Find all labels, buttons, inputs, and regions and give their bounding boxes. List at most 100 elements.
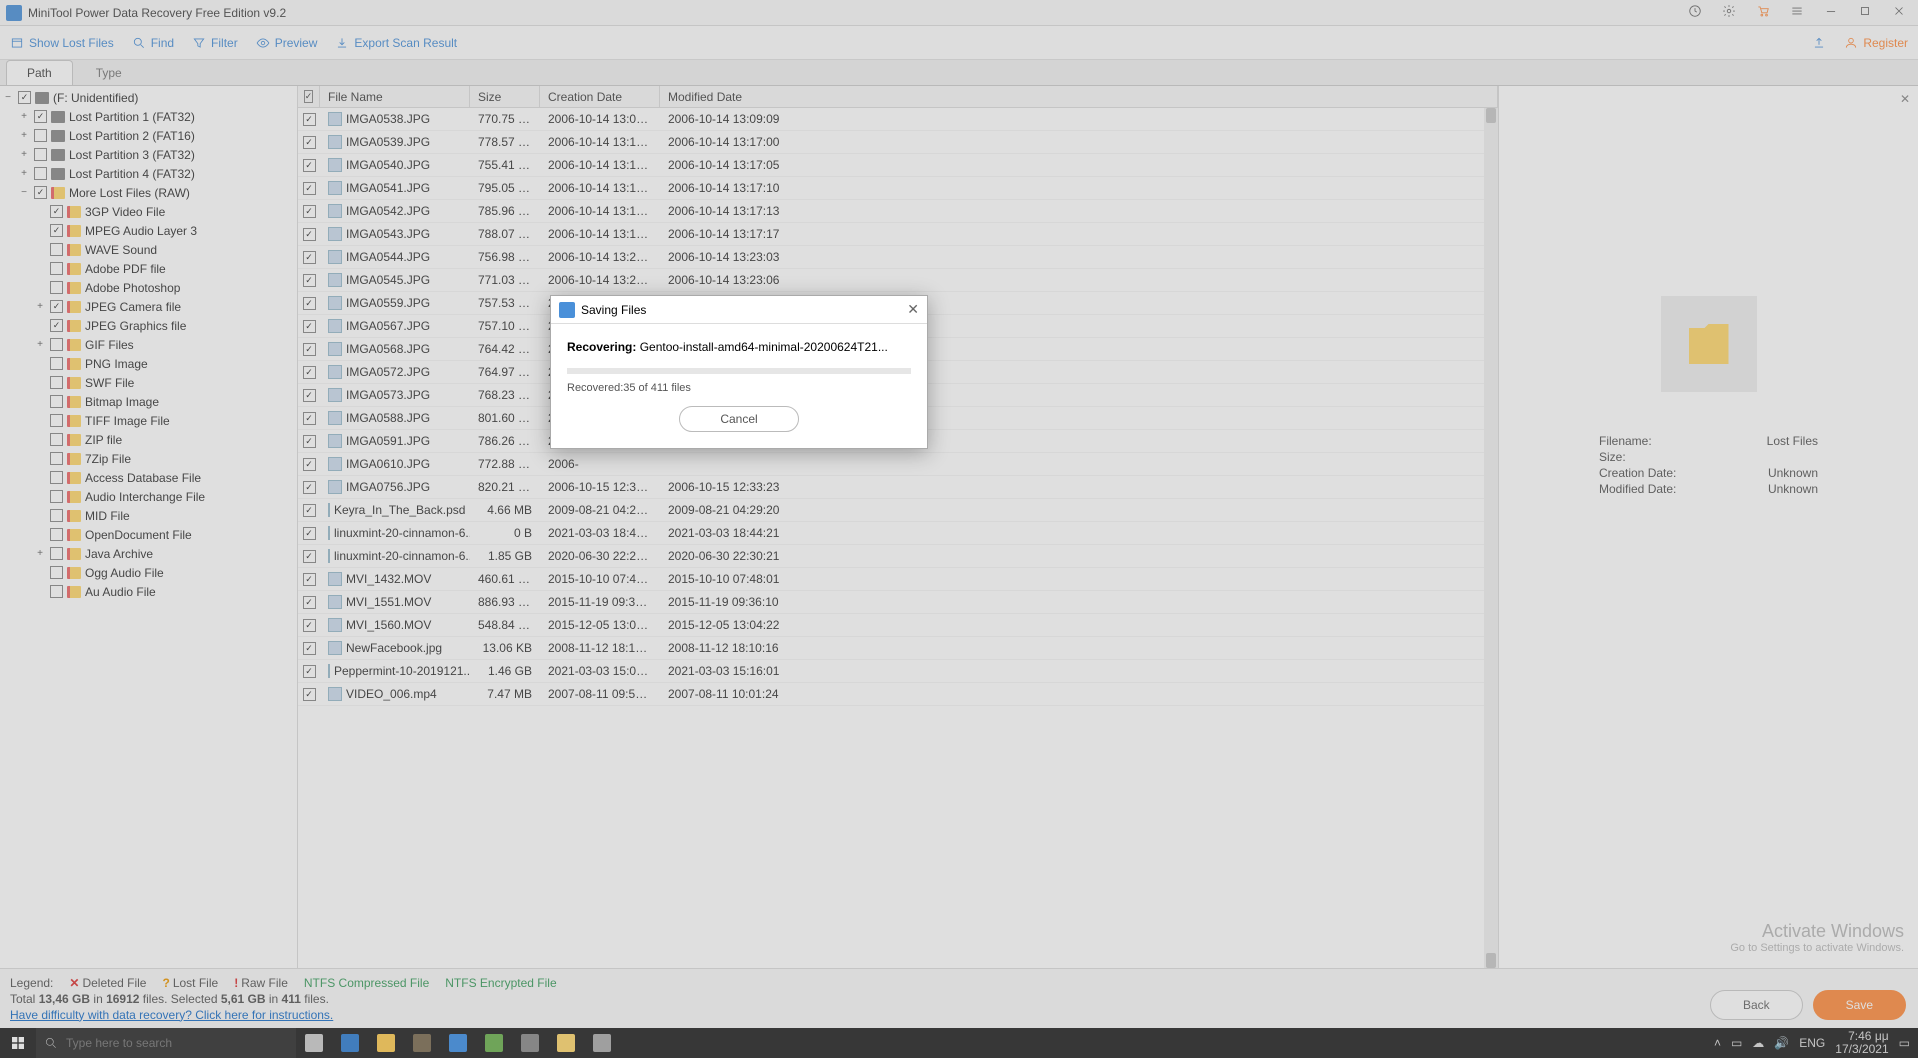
file-row[interactable]: IMGA0538.JPG 770.75 KB 2006-10-14 13:09:…	[298, 108, 1498, 131]
minitool-taskbar-icon[interactable]	[548, 1028, 584, 1058]
file-row[interactable]: IMGA0539.JPG 778.57 KB 2006-10-14 13:17:…	[298, 131, 1498, 154]
tree-node[interactable]: Ogg Audio File	[0, 563, 297, 582]
checkbox[interactable]	[34, 167, 47, 180]
row-checkbox[interactable]	[298, 412, 320, 425]
file-row[interactable]: Peppermint-10-2019121... 1.46 GB 2021-03…	[298, 660, 1498, 683]
expand-icon[interactable]: +	[18, 130, 30, 141]
tree-node[interactable]: TIFF Image File	[0, 411, 297, 430]
row-checkbox[interactable]	[298, 159, 320, 172]
expand-icon[interactable]: +	[34, 339, 46, 350]
tab-type[interactable]: Type	[75, 60, 143, 85]
cart-icon[interactable]	[1750, 2, 1776, 23]
row-checkbox[interactable]	[298, 366, 320, 379]
checkbox[interactable]	[50, 224, 63, 237]
expand-icon[interactable]: −	[18, 187, 30, 198]
share-icon[interactable]	[1812, 36, 1826, 50]
tree-node[interactable]: Adobe Photoshop	[0, 278, 297, 297]
file-row[interactable]: linuxmint-20-cinnamon-6... 0 B 2021-03-0…	[298, 522, 1498, 545]
show-lost-files-button[interactable]: Show Lost Files	[10, 36, 114, 50]
tree-node[interactable]: Bitmap Image	[0, 392, 297, 411]
tray-notifications-icon[interactable]: ▭	[1899, 1036, 1910, 1050]
checkbox[interactable]	[50, 509, 63, 522]
tree-node[interactable]: + Lost Partition 2 (FAT16)	[0, 126, 297, 145]
header-checkbox[interactable]: ✓	[298, 86, 320, 107]
filter-button[interactable]: Filter	[192, 36, 238, 50]
checkbox[interactable]	[34, 186, 47, 199]
maximize-icon[interactable]	[1852, 2, 1878, 23]
find-button[interactable]: Find	[132, 36, 174, 50]
file-row[interactable]: MVI_1551.MOV 886.93 MB 2015-11-19 09:36:…	[298, 591, 1498, 614]
header-creation-date[interactable]: Creation Date	[540, 86, 660, 107]
row-checkbox[interactable]	[298, 205, 320, 218]
app-icon-2[interactable]	[512, 1028, 548, 1058]
file-row[interactable]: NewFacebook.jpg 13.06 KB 2008-11-12 18:1…	[298, 637, 1498, 660]
checkbox[interactable]	[34, 129, 47, 142]
tree-node[interactable]: MID File	[0, 506, 297, 525]
row-checkbox[interactable]	[298, 573, 320, 586]
row-checkbox[interactable]	[298, 688, 320, 701]
file-row[interactable]: IMGA0610.JPG 772.88 KB 2006-	[298, 453, 1498, 476]
register-button[interactable]: Register	[1844, 36, 1908, 50]
file-row[interactable]: IMGA0542.JPG 785.96 KB 2006-10-14 13:17:…	[298, 200, 1498, 223]
clock-icon[interactable]	[1682, 2, 1708, 23]
file-row[interactable]: IMGA0541.JPG 795.05 KB 2006-10-14 13:17:…	[298, 177, 1498, 200]
checkbox[interactable]	[50, 547, 63, 560]
checkbox[interactable]	[34, 148, 47, 161]
minimize-icon[interactable]	[1818, 2, 1844, 23]
tray-language[interactable]: ENG	[1799, 1036, 1825, 1050]
file-row[interactable]: linuxmint-20-cinnamon-6... 1.85 GB 2020-…	[298, 545, 1498, 568]
tray-chevron-icon[interactable]: ˄	[1714, 1036, 1721, 1050]
row-checkbox[interactable]	[298, 596, 320, 609]
tree-node[interactable]: Access Database File	[0, 468, 297, 487]
file-explorer-icon[interactable]	[368, 1028, 404, 1058]
header-filename[interactable]: File Name	[320, 86, 470, 107]
checkbox[interactable]	[18, 91, 31, 104]
expand-icon[interactable]: +	[34, 301, 46, 312]
file-row[interactable]: IMGA0545.JPG 771.03 KB 2006-10-14 13:23:…	[298, 269, 1498, 292]
file-row[interactable]: MVI_1560.MOV 548.84 MB 2015-12-05 13:04:…	[298, 614, 1498, 637]
row-checkbox[interactable]	[298, 251, 320, 264]
checkbox[interactable]	[50, 395, 63, 408]
task-view-icon[interactable]	[296, 1028, 332, 1058]
checkbox[interactable]	[50, 471, 63, 484]
expand-icon[interactable]: +	[34, 548, 46, 559]
preview-button[interactable]: Preview	[256, 36, 318, 50]
checkbox[interactable]	[50, 433, 63, 446]
expand-icon[interactable]: +	[18, 111, 30, 122]
tree-node[interactable]: OpenDocument File	[0, 525, 297, 544]
row-checkbox[interactable]	[298, 274, 320, 287]
checkbox[interactable]	[50, 338, 63, 351]
checkbox[interactable]	[50, 414, 63, 427]
start-button[interactable]	[0, 1028, 36, 1058]
tray-onedrive-icon[interactable]: ☁	[1752, 1036, 1764, 1050]
menu-icon[interactable]	[1784, 2, 1810, 23]
scrollbar-thumb-top[interactable]	[1486, 108, 1496, 123]
checkbox[interactable]	[50, 566, 63, 579]
save-button[interactable]: Save	[1813, 990, 1906, 1020]
tree-node[interactable]: 3GP Video File	[0, 202, 297, 221]
tab-path[interactable]: Path	[6, 60, 73, 85]
tree-node[interactable]: WAVE Sound	[0, 240, 297, 259]
checkbox[interactable]	[50, 300, 63, 313]
tree-node[interactable]: SWF File	[0, 373, 297, 392]
file-row[interactable]: IMGA0540.JPG 755.41 KB 2006-10-14 13:17:…	[298, 154, 1498, 177]
checkbox[interactable]	[50, 528, 63, 541]
mail-icon[interactable]	[440, 1028, 476, 1058]
checkbox[interactable]	[50, 205, 63, 218]
checkbox[interactable]	[50, 243, 63, 256]
row-checkbox[interactable]	[298, 320, 320, 333]
edge-icon[interactable]	[332, 1028, 368, 1058]
close-icon[interactable]	[1886, 2, 1912, 23]
file-row[interactable]: IMGA0543.JPG 788.07 KB 2006-10-14 13:17:…	[298, 223, 1498, 246]
tree-node[interactable]: MPEG Audio Layer 3	[0, 221, 297, 240]
row-checkbox[interactable]	[298, 343, 320, 356]
row-checkbox[interactable]	[298, 665, 320, 678]
file-row[interactable]: VIDEO_006.mp4 7.47 MB 2007-08-11 09:59:0…	[298, 683, 1498, 706]
tree-root[interactable]: − (F: Unidentified)	[0, 88, 297, 107]
row-checkbox[interactable]	[298, 182, 320, 195]
dialog-close-icon[interactable]: ✕	[907, 301, 919, 318]
file-row[interactable]: IMGA0544.JPG 756.98 KB 2006-10-14 13:23:…	[298, 246, 1498, 269]
app-icon-3[interactable]	[584, 1028, 620, 1058]
collapse-icon[interactable]: −	[2, 92, 14, 103]
tray-network-icon[interactable]: ▭	[1731, 1036, 1742, 1050]
